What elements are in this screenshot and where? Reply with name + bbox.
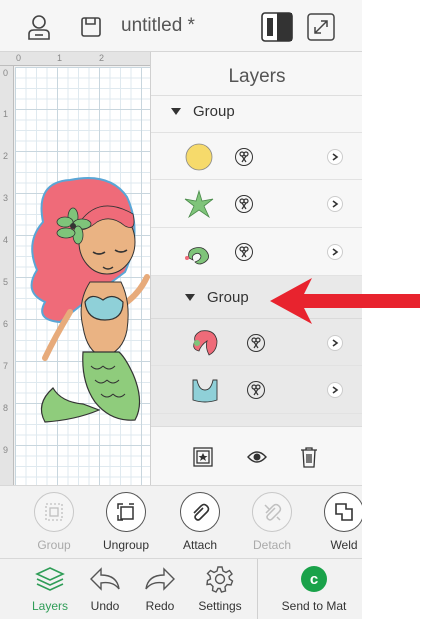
mermaid-top-thumb-icon (192, 379, 218, 403)
send-badge: c (301, 566, 327, 592)
detach-button[interactable]: Detach (242, 492, 302, 552)
weld-icon (324, 492, 362, 532)
nav-layers[interactable]: Layers (20, 565, 80, 613)
starfish-thumb-icon (184, 189, 214, 219)
gear-icon (190, 565, 250, 593)
ruler-label: 9 (3, 445, 9, 455)
cut-operation-icon[interactable] (247, 381, 265, 399)
delete-icon[interactable] (297, 445, 321, 469)
layers-panel: Layers Group Group (150, 52, 362, 485)
ruler-label: 2 (3, 151, 9, 161)
layer-row[interactable] (151, 228, 362, 276)
ruler-label: 3 (3, 193, 9, 203)
undo-icon (75, 565, 135, 593)
layer-options-chevron-icon[interactable] (327, 244, 343, 260)
nav-send-to-mat[interactable]: c Send to Mat (266, 565, 362, 613)
group-icon (34, 492, 74, 532)
edit-actions-bar: Group Ungroup Attach Detach Weld (0, 485, 362, 558)
layer-row[interactable] (151, 180, 362, 228)
attach-button[interactable]: Attach (170, 492, 230, 552)
account-icon[interactable] (24, 12, 54, 42)
nav-label: Layers (31, 599, 69, 613)
yellow-circle-thumb-icon (185, 143, 213, 171)
redo-icon (130, 565, 190, 593)
expand-icon[interactable] (306, 12, 336, 42)
paperclip-icon (180, 492, 220, 532)
cut-operation-icon[interactable] (235, 195, 253, 213)
weld-label: Weld (330, 538, 358, 552)
nav-label: Undo (90, 599, 120, 613)
detach-icon (252, 492, 292, 532)
layers-header: Layers (151, 52, 362, 96)
group-label: Group (193, 102, 235, 120)
layer-options-chevron-icon[interactable] (327, 382, 343, 398)
ruler-label: 5 (3, 277, 9, 287)
layers-toolbar (151, 426, 362, 485)
layers-list[interactable]: Group Group (151, 96, 362, 426)
group-label: Group (207, 288, 249, 306)
ungroup-label: Ungroup (102, 538, 150, 552)
ruler-label: 1 (57, 53, 63, 63)
panel-toggle-icon[interactable] (260, 12, 294, 42)
design-canvas[interactable]: 0 1 2 0 1 2 3 4 5 6 7 8 9 (0, 52, 150, 485)
group-label: Group (37, 538, 71, 552)
ungroup-icon (106, 492, 146, 532)
ruler-label: 2 (99, 53, 105, 63)
layer-options-chevron-icon[interactable] (327, 196, 343, 212)
ruler-label: 4 (3, 235, 9, 245)
attach-label: Attach (182, 538, 218, 552)
ruler-label: 7 (3, 361, 9, 371)
mermaid-hair-thumb-icon (193, 330, 218, 356)
seahorse-thumb-icon (185, 247, 209, 265)
group-row[interactable]: Group (151, 96, 362, 126)
layer-options-chevron-icon[interactable] (327, 149, 343, 165)
weld-button[interactable]: Weld (314, 492, 362, 552)
layer-options-chevron-icon[interactable] (327, 335, 343, 351)
nav-label: Settings (198, 599, 242, 613)
mermaid-image[interactable] (15, 152, 150, 452)
add-layer-icon[interactable] (191, 445, 215, 469)
ruler-top: 0 1 2 (0, 52, 150, 66)
nav-settings[interactable]: Settings (190, 565, 250, 613)
ruler-label: 8 (3, 403, 9, 413)
layer-row[interactable] (151, 132, 362, 180)
cut-operation-icon[interactable] (247, 334, 265, 352)
nav-undo[interactable]: Undo (75, 565, 135, 613)
top-bar: untitled * (0, 0, 362, 52)
ruler-left: 0 1 2 3 4 5 6 7 8 9 (0, 66, 14, 485)
collapse-triangle-icon[interactable] (171, 107, 181, 115)
ruler-label: 6 (3, 319, 9, 329)
red-arrow-annotation (270, 278, 420, 324)
ruler-label: 0 (16, 53, 22, 63)
save-icon[interactable] (76, 12, 106, 42)
layer-row[interactable] (151, 366, 362, 414)
nav-label: Send to Mat (281, 599, 347, 613)
nav-divider (257, 559, 258, 619)
visibility-icon[interactable] (245, 445, 269, 469)
cut-operation-icon[interactable] (235, 148, 253, 166)
ungroup-button[interactable]: Ungroup (96, 492, 156, 552)
send-to-mat-icon: c (266, 565, 362, 593)
ruler-label: 1 (3, 109, 9, 119)
collapse-triangle-icon[interactable] (185, 293, 195, 301)
nav-redo[interactable]: Redo (130, 565, 190, 613)
ruler-label: 0 (3, 68, 9, 78)
layers-title: Layers (228, 66, 286, 87)
cut-operation-icon[interactable] (235, 243, 253, 261)
layers-icon (20, 565, 80, 593)
project-title: untitled * (121, 15, 195, 36)
nav-label: Redo (145, 599, 175, 613)
group-button[interactable]: Group (24, 492, 84, 552)
bottom-navigation: Layers Undo Redo Settings c Send to Mat (0, 558, 362, 619)
detach-label: Detach (252, 538, 292, 552)
